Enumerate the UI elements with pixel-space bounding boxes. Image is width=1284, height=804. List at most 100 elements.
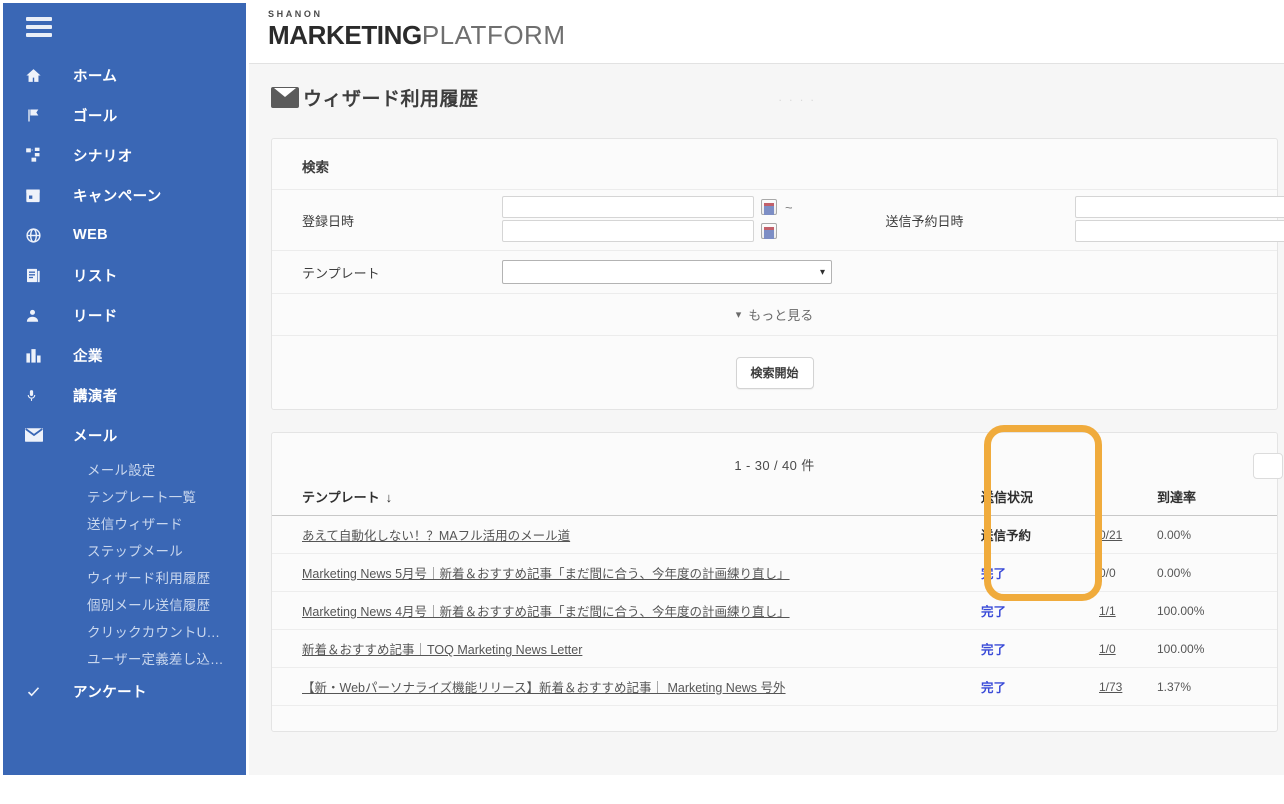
template-link[interactable]: 新着＆おすすめ記事｜TOQ Marketing News Letter: [302, 643, 582, 657]
sort-arrow-icon: ↓: [385, 490, 393, 505]
logo-title: MARKETINGPLATFORM: [268, 20, 1284, 50]
registered-date-label: 登録日時: [302, 213, 355, 229]
sidebar: ホームゴール シナリオキャンペーン WEB リストリード 企業講演者メール メール設定テン…: [3, 3, 246, 775]
registered-date-from-input[interactable]: [502, 196, 754, 218]
sidebar-item-9[interactable]: 講演者: [3, 375, 246, 415]
template-link[interactable]: Marketing News 4月号｜新着＆おすすめ記事「まだ間に合う、今年度の…: [302, 605, 790, 619]
sidebar-item-3[interactable]: シナリオ: [3, 135, 246, 175]
logo-shanon-text: SHANON: [268, 9, 323, 19]
page-header: ウィザード利用履歴 . . . .: [249, 64, 1284, 130]
sidebar-item-1[interactable]: ホーム: [3, 55, 246, 95]
results-panel: 1 - 30 / 40 件 テンプレート ↓ 送信状況 到達率 あえて自動化しない…: [271, 425, 1283, 732]
sidebar-subitem-1[interactable]: メール設定: [3, 455, 246, 482]
scheduled-date-from-input[interactable]: [1074, 196, 1284, 218]
table-header-row: テンプレート ↓ 送信状況 到達率: [272, 479, 1277, 516]
results-table-body: あえて自動化しない！？MAフル活用のメール道 送信予約 0/21 0.00% Marke…: [272, 515, 1277, 706]
template-link[interactable]: Marketing News 5月号｜新着＆おすすめ記事「まだ間に合う、今年度の…: [302, 567, 790, 581]
sidebar-subitem-label: テンプレート一覧: [87, 489, 197, 505]
sitemap-icon: [25, 144, 51, 166]
sidebar-subitem-label: ウィザード利用履歴: [87, 570, 211, 586]
search-submit-button[interactable]: 検索開始: [735, 356, 814, 389]
registered-date-inputs: ~: [502, 190, 793, 250]
sidebar-subitem-5[interactable]: ウィザード利用履歴: [3, 563, 246, 590]
send-count[interactable]: 1/73: [1099, 680, 1122, 694]
sidebar-subitem-3[interactable]: 送信ウィザード: [3, 509, 246, 536]
show-more-label: もっと見る: [748, 308, 814, 323]
cell-count: 1/73: [1099, 667, 1157, 706]
sidebar-item-label: キャンペーン: [73, 188, 162, 205]
search-row-dates: 登録日時 ~ 送信予約日時: [272, 189, 1284, 250]
show-more-toggle[interactable]: ▾ もっと見る: [272, 293, 1277, 335]
status-badge[interactable]: 完了: [981, 605, 1006, 619]
results-count: 1 - 30 / 40 件: [734, 457, 815, 473]
sidebar-item-label: アンケート: [73, 684, 147, 701]
sidebar-subitem-label: 個別メール送信履歴: [87, 597, 211, 613]
send-count[interactable]: 0/21: [1099, 528, 1122, 542]
results-action-button[interactable]: [1253, 453, 1283, 479]
brand-logo: SHANON MARKETINGPLATFORM: [249, 0, 1284, 64]
cell-status: 完了: [981, 667, 1099, 706]
sidebar-item-4[interactable]: キャンペーン: [3, 175, 246, 215]
check-icon: [25, 680, 51, 702]
template-link[interactable]: 【新・Webパーソナライズ機能リリース】新着＆おすすめ記事｜ Marketing…: [302, 681, 786, 695]
send-count[interactable]: 1/1: [1099, 604, 1116, 618]
status-badge[interactable]: 完了: [981, 681, 1006, 695]
sidebar-subitem-4[interactable]: ステップメール: [3, 536, 246, 563]
template-link[interactable]: あえて自動化しない！？MAフル活用のメール道: [302, 529, 570, 543]
sidebar-subitem-8[interactable]: ユーザー定義差し込…: [3, 644, 246, 671]
status-badge[interactable]: 完了: [981, 643, 1006, 657]
calendar-picker-icon[interactable]: [761, 223, 777, 239]
sidebar-item-2[interactable]: ゴール: [3, 95, 246, 135]
hamburger-menu-button[interactable]: [3, 3, 246, 55]
table-row: あえて自動化しない！？MAフル活用のメール道 送信予約 0/21 0.00%: [272, 515, 1277, 554]
hamburger-icon: [26, 17, 52, 41]
sidebar-item-6[interactable]: リスト: [3, 255, 246, 295]
cell-count: 0/21: [1099, 515, 1157, 554]
send-count[interactable]: 1/0: [1099, 642, 1116, 656]
column-header-status[interactable]: 送信状況: [981, 479, 1099, 516]
sidebar-item-label: ホーム: [73, 68, 118, 85]
calendar-picker-icon[interactable]: [761, 199, 777, 215]
delivery-rate: 100.00%: [1157, 641, 1205, 656]
sidebar-item-label: 講演者: [73, 388, 118, 405]
sidebar-item-7[interactable]: リード: [3, 295, 246, 335]
envelope-icon: [25, 424, 51, 446]
template-field: テンプレート ▾: [272, 251, 832, 293]
template-label: テンプレート: [302, 265, 380, 281]
sidebar-item-label: リスト: [73, 268, 118, 285]
header-decoration: . . . .: [778, 90, 816, 104]
bottom-blank-strip: [0, 775, 1284, 804]
sidebar-item-10[interactable]: メール: [3, 415, 246, 455]
search-panel-title: 検索: [302, 160, 329, 175]
sidebar-subitem-6[interactable]: 個別メール送信履歴: [3, 590, 246, 617]
sidebar-item-survey[interactable]: アンケート: [3, 671, 246, 711]
status-badge[interactable]: 完了: [981, 567, 1006, 581]
sidebar-subitem-label: 送信ウィザード: [87, 516, 183, 532]
status-badge: 送信予約: [981, 529, 1032, 543]
results-table: テンプレート ↓ 送信状況 到達率 あえて自動化しない！？MAフル活用のメール道 送…: [272, 479, 1277, 706]
cell-rate: 0.00%: [1157, 515, 1277, 554]
sidebar-item-8[interactable]: 企業: [3, 335, 246, 375]
logo-marketing-text: MARKETING: [268, 20, 422, 50]
page-title: ウィザード利用履歴: [303, 88, 479, 110]
app-root: ホーム ゴール シナリオ キャンペーン WEB リスト リード 企業 講演者 メール メール設定 テン…: [0, 0, 1284, 804]
sidebar-item-5[interactable]: WEB: [3, 215, 246, 255]
cell-template: Marketing News 4月号｜新着＆おすすめ記事「まだ間に合う、今年度の…: [272, 591, 981, 630]
column-header-count: [1099, 479, 1157, 516]
sidebar-subitem-7[interactable]: クリックカウントU…: [3, 617, 246, 644]
cell-template: 新着＆おすすめ記事｜TOQ Marketing News Letter: [272, 629, 981, 668]
delivery-rate: 1.37%: [1157, 679, 1192, 694]
cell-rate: 100.00%: [1157, 629, 1277, 668]
cell-rate: 100.00%: [1157, 591, 1277, 630]
column-header-template[interactable]: テンプレート ↓: [272, 479, 981, 516]
search-panel: 検索 登録日時 ~ 送信予約日時 テンプレート ▾ ▾ もっと見る 検索開始: [271, 138, 1284, 410]
registered-date-to-input[interactable]: [502, 220, 754, 242]
scheduled-date-to-input[interactable]: [1074, 220, 1284, 242]
envelope-icon: [271, 86, 299, 108]
column-header-rate[interactable]: 到達率: [1157, 479, 1277, 516]
results-count-row: 1 - 30 / 40 件: [272, 449, 1283, 479]
delivery-rate: 0.00%: [1157, 527, 1192, 542]
main-area: SHANON MARKETINGPLATFORM ウィザード利用履歴 . . .…: [249, 0, 1284, 804]
column-header-template-label: テンプレート: [302, 490, 380, 505]
sidebar-subitem-2[interactable]: テンプレート一覧: [3, 482, 246, 509]
